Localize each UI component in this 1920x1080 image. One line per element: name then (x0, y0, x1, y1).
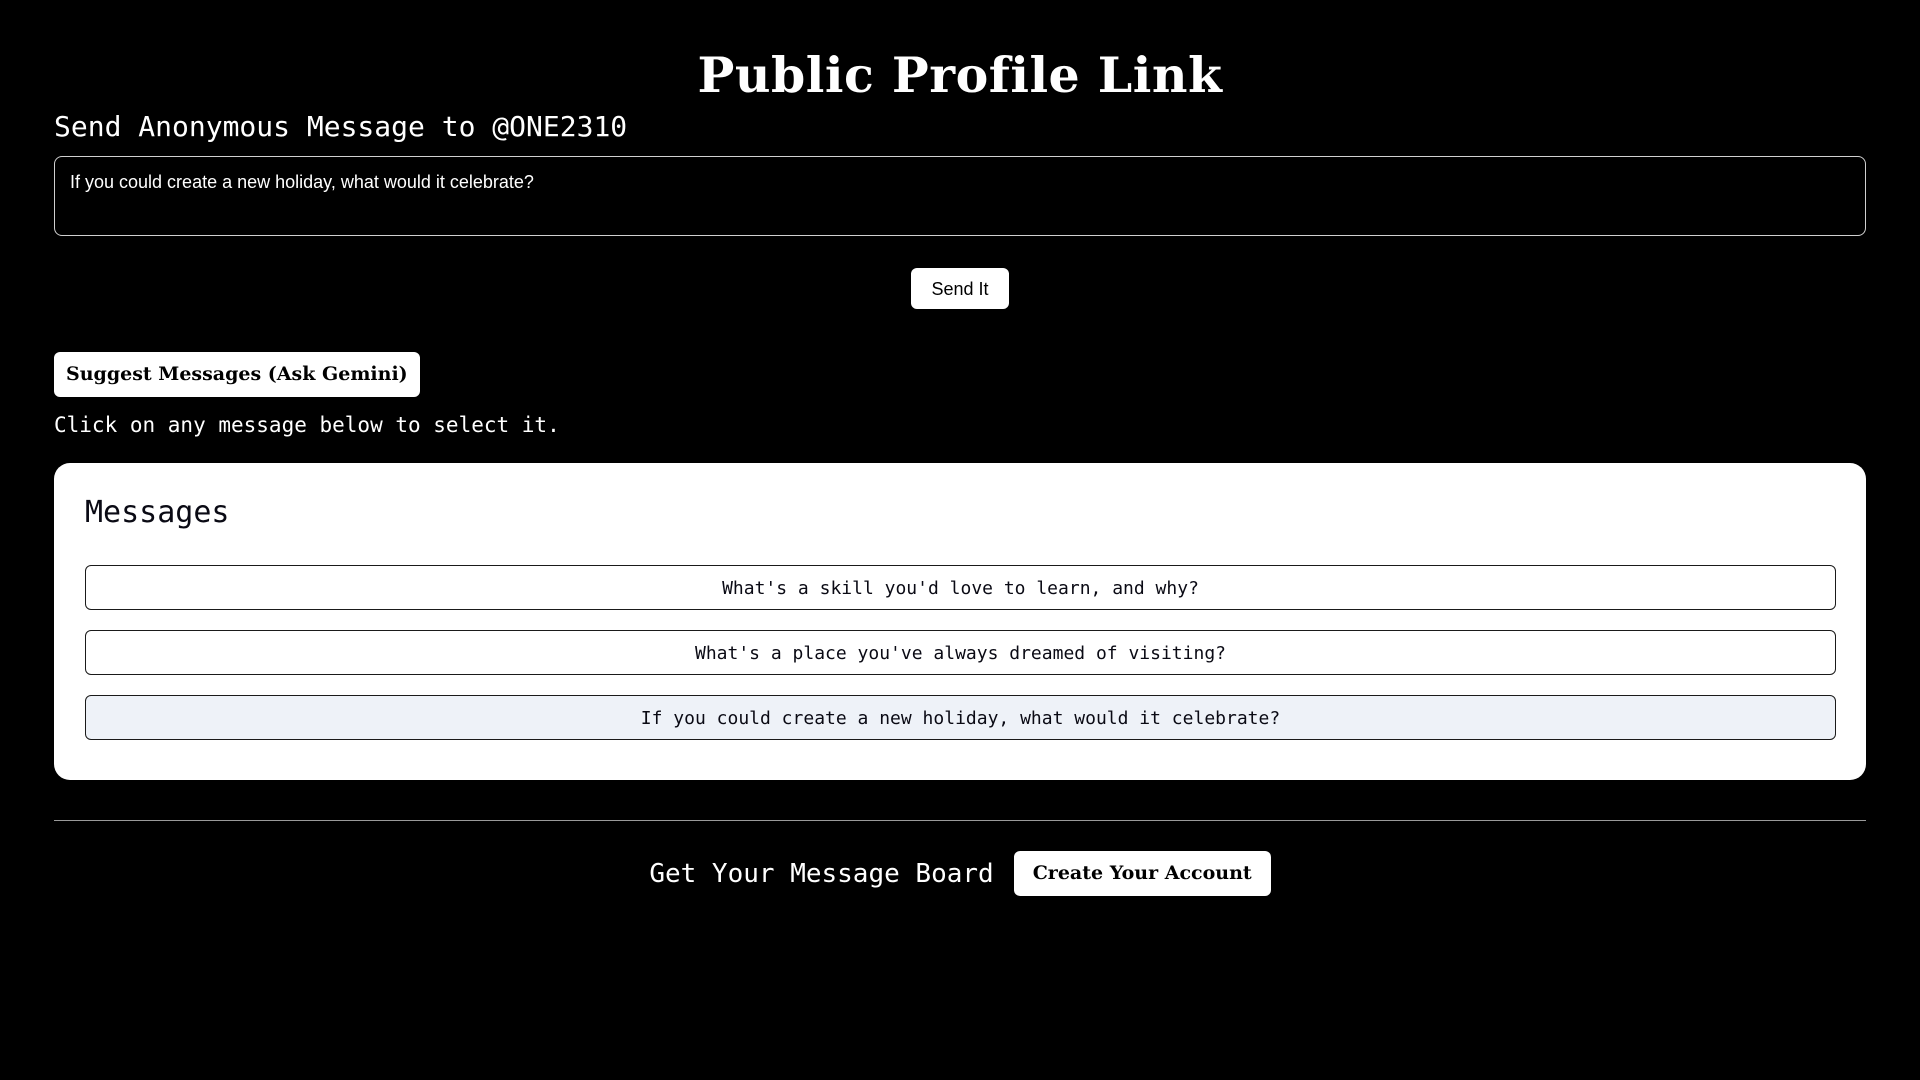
suggest-messages-button[interactable]: Suggest Messages (Ask Gemini) (54, 352, 420, 397)
footer-text: Get Your Message Board (649, 858, 994, 889)
footer: Get Your Message Board Create Your Accou… (54, 851, 1866, 896)
messages-card: Messages What's a skill you'd love to le… (54, 463, 1866, 780)
create-account-button[interactable]: Create Your Account (1013, 851, 1271, 896)
send-message-heading: Send Anonymous Message to @ONE2310 (54, 110, 628, 143)
send-it-button[interactable]: Send It (911, 268, 1009, 309)
select-hint-text: Click on any message below to select it. (54, 413, 560, 437)
message-option[interactable]: What's a place you've always dreamed of … (85, 630, 1836, 675)
send-row: Send It (54, 268, 1866, 309)
messages-title: Messages (85, 495, 230, 530)
message-option[interactable]: What's a skill you'd love to learn, and … (85, 565, 1836, 610)
public-profile-page: Public Profile Link Send Anonymous Messa… (0, 0, 1920, 1080)
message-option-selected[interactable]: If you could create a new holiday, what … (85, 695, 1836, 740)
footer-divider (54, 820, 1866, 821)
message-input[interactable]: If you could create a new holiday, what … (54, 156, 1866, 236)
page-title: Public Profile Link (697, 46, 1223, 104)
messages-list: What's a skill you'd love to learn, and … (85, 565, 1836, 740)
